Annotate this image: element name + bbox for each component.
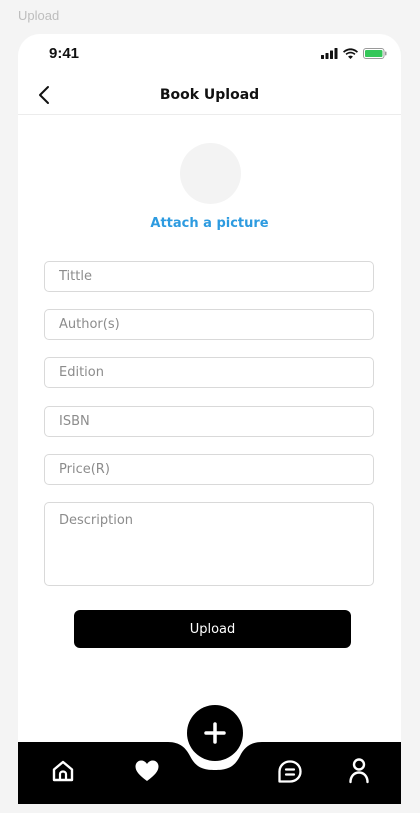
- author-field[interactable]: [44, 309, 374, 340]
- isbn-field[interactable]: [44, 406, 374, 437]
- heart-icon[interactable]: [134, 759, 160, 783]
- add-button[interactable]: [187, 705, 243, 761]
- page-title: Book Upload: [159, 87, 260, 103]
- bottom-nav: [18, 694, 401, 804]
- battery-icon: [363, 48, 387, 59]
- home-icon[interactable]: [50, 758, 76, 784]
- upload-button[interactable]: Upload: [74, 610, 351, 648]
- picture-placeholder[interactable]: [180, 143, 241, 204]
- description-field[interactable]: [44, 502, 374, 586]
- wifi-icon: [343, 48, 358, 59]
- frame-label: Upload: [18, 8, 60, 23]
- chat-icon[interactable]: [277, 759, 303, 785]
- status-time: 9:41: [49, 45, 80, 62]
- price-field[interactable]: [44, 454, 374, 485]
- attach-picture-link[interactable]: Attach a picture: [18, 216, 401, 231]
- phone-screen: 9:41 Book Upload Attach a picture Tittle…: [18, 34, 401, 804]
- user-icon[interactable]: [347, 757, 371, 785]
- signal-icon: [321, 48, 338, 59]
- header: Book Upload: [18, 78, 401, 115]
- status-icons: [321, 48, 387, 59]
- plus-icon: [204, 722, 226, 744]
- status-bar: 9:41: [18, 34, 401, 78]
- title-field[interactable]: [44, 261, 374, 292]
- edition-field[interactable]: [44, 357, 374, 388]
